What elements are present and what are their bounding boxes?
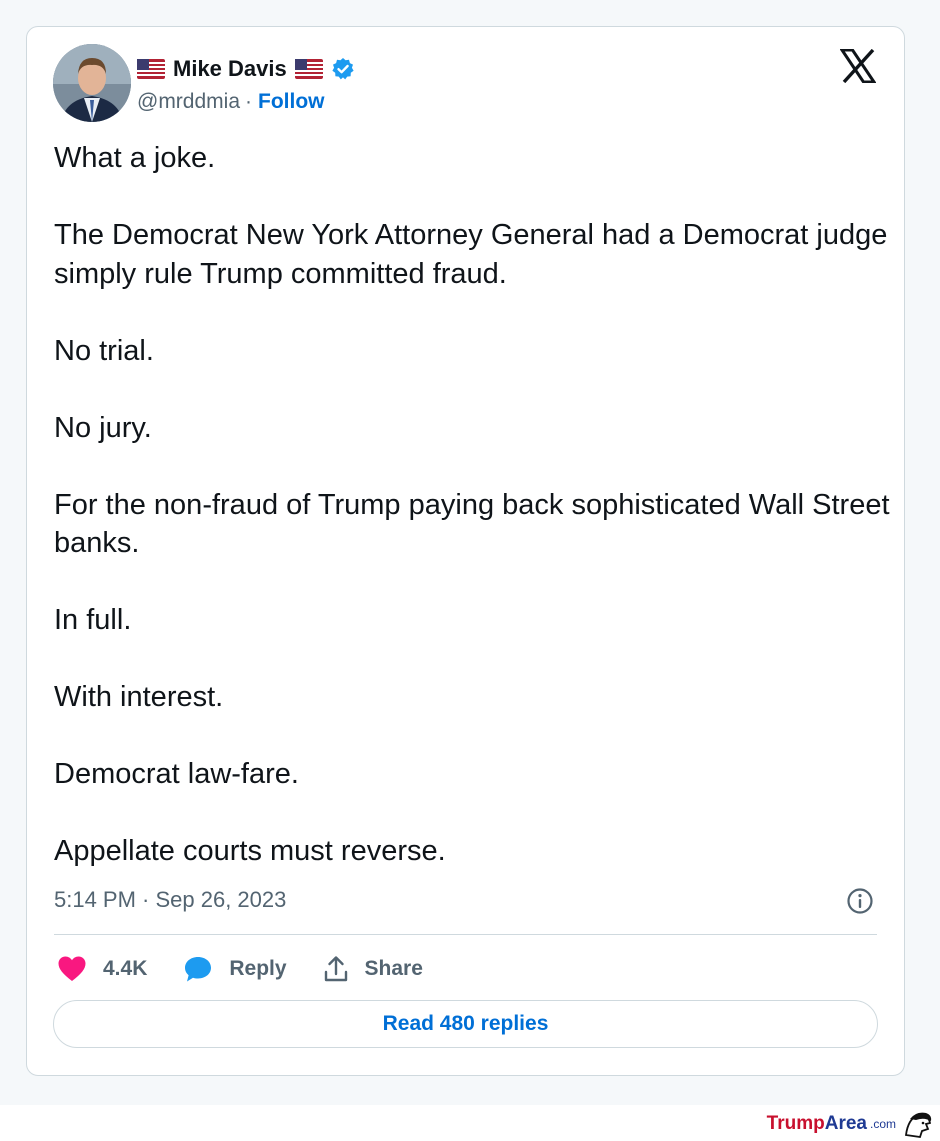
tweet-paragraph: With interest. [54,681,224,713]
author-handle-row: @mrddmia · Follow [137,90,325,114]
embedded-tweet-card: Mike Davis @mrddmia · Follow What a joke… [26,26,905,1076]
likes-count: 4.4K [103,957,148,980]
avatar[interactable] [53,44,131,122]
us-flag-icon [294,59,323,79]
watermark-trump: Trump [766,1113,825,1134]
speech-bubble-icon [185,957,212,982]
share-label: Share [364,957,423,980]
like-button[interactable]: 4.4K [57,955,147,983]
read-replies-button[interactable]: Read 480 replies [53,1000,878,1048]
separator-dot: · [245,90,253,113]
divider [54,934,877,935]
share-button[interactable]: Share [323,955,423,983]
share-icon [324,956,347,982]
reply-label: Reply [229,957,287,980]
author-handle[interactable]: @mrddmia [137,90,240,114]
follow-button[interactable]: Follow [258,90,325,114]
tweet-actions: 4.4K Reply Share [57,952,459,986]
tweet-text: What a joke. The Democrat New York Attor… [54,139,894,871]
site-watermark: Trump Area .com [767,1109,934,1139]
tweet-paragraph: Appellate courts must reverse. [54,835,446,867]
tweet-paragraph: What a joke. [54,142,216,174]
watermark-com: .com [869,1117,896,1131]
us-flag-icon [137,59,165,79]
tweet-paragraph: No jury. [54,411,152,444]
tweet-timestamp[interactable]: 5:14 PM · Sep 26, 2023 [54,887,286,913]
heart-icon [58,956,86,981]
watermark-area: Area [824,1113,867,1134]
tweet-paragraph: For the non-fraud of Trump paying back s… [54,488,890,560]
x-logo-icon[interactable] [839,48,877,84]
tweet-paragraph: Democrat law-fare. [54,758,299,790]
tweet-paragraph: No trial. [54,334,154,367]
tweet-paragraph: The Democrat New York Attorney General h… [54,219,888,290]
verified-badge-icon [331,57,355,81]
tweet-paragraph: In full. [54,604,132,636]
author-name[interactable]: Mike Davis [173,56,287,82]
info-icon[interactable] [846,887,874,915]
author-name-row: Mike Davis [137,54,355,84]
reply-button[interactable]: Reply [183,955,287,983]
caricature-icon [904,1112,932,1138]
